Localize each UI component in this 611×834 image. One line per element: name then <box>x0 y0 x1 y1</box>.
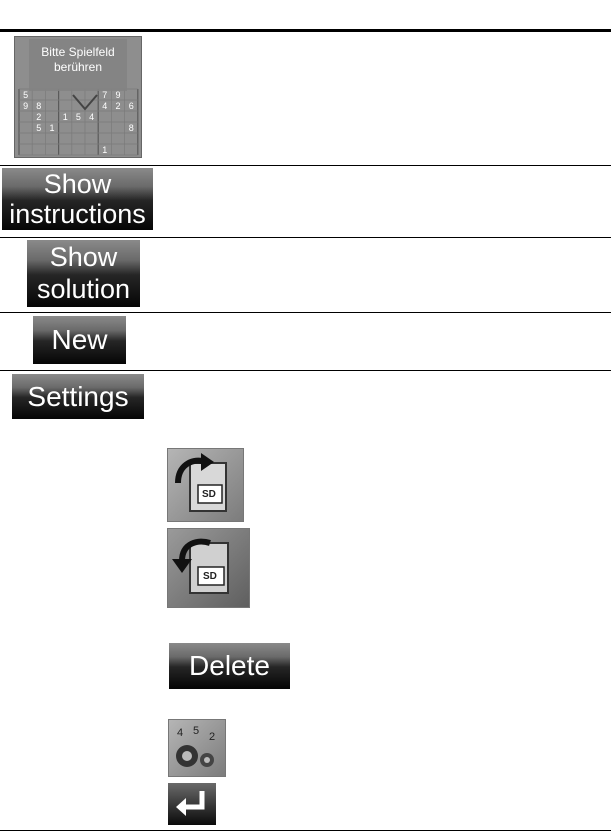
sudoku-caption-line2: berühren <box>53 60 103 74</box>
load-arrow-graphic <box>172 538 229 594</box>
sudoku-digit: 5 <box>36 123 41 133</box>
delete-label: Delete <box>189 650 270 681</box>
svg-text:5: 5 <box>193 725 199 737</box>
sudoku-digit: 5 <box>23 90 28 100</box>
save-to-sd-text: SD <box>202 489 216 500</box>
sudoku-digit: 5 <box>76 112 81 122</box>
sudoku-digit: 6 <box>129 101 134 111</box>
table-top-rule <box>0 29 611 32</box>
load-from-sd-icon[interactable]: SD <box>167 528 250 608</box>
sudoku-digit: 4 <box>102 101 107 111</box>
settings-gears-icon[interactable]: 4 5 2 <box>168 719 226 777</box>
sudoku-digit: 8 <box>129 123 134 133</box>
sudoku-digit: 8 <box>36 101 41 111</box>
new-game-label: New <box>51 324 108 355</box>
svg-text:4: 4 <box>177 727 183 739</box>
load-from-sd-text: SD <box>203 571 217 582</box>
gears-graphic: 4 5 2 <box>176 725 215 767</box>
sudoku-caption: Bitte Spielfeld berühren <box>15 45 141 75</box>
settings-button[interactable]: Settings <box>12 374 144 419</box>
save-arrow-graphic <box>175 453 227 512</box>
show-instructions-line2: instructions <box>9 198 146 229</box>
table-bottom-rule <box>0 830 611 831</box>
row-divider <box>0 237 611 238</box>
row-divider <box>0 312 611 313</box>
sudoku-digit: 2 <box>115 101 120 111</box>
sudoku-caption-line1: Bitte Spielfeld <box>41 45 115 59</box>
row-divider <box>0 165 611 166</box>
settings-label: Settings <box>27 380 129 412</box>
svg-text:2: 2 <box>209 731 215 743</box>
sudoku-digit: 4 <box>89 112 94 122</box>
save-to-sd-icon[interactable]: SD <box>167 448 244 522</box>
show-solution-button[interactable]: Show solution <box>27 240 140 307</box>
sudoku-digit: 9 <box>23 101 28 111</box>
new-game-button[interactable]: New <box>33 316 126 364</box>
sudoku-digit: 1 <box>102 145 107 155</box>
sudoku-digit: 9 <box>115 90 120 100</box>
row-divider <box>0 370 611 371</box>
show-instructions-line1: Show <box>43 168 112 199</box>
delete-button[interactable]: Delete <box>169 643 290 689</box>
sudoku-digit: 7 <box>102 90 107 100</box>
sudoku-digit: 2 <box>36 112 41 122</box>
enter-return-icon[interactable] <box>168 783 216 825</box>
show-instructions-button[interactable]: Show instructions <box>2 168 153 230</box>
sudoku-digit: 1 <box>49 123 54 133</box>
sudoku-digit: 1 <box>63 112 68 122</box>
sudoku-preview[interactable]: 5799842621545181 Bitte Spielfeld berühre… <box>14 36 142 158</box>
return-arrow-graphic <box>176 791 205 816</box>
show-solution-line2: solution <box>36 274 131 304</box>
show-solution-line1: Show <box>49 242 118 272</box>
